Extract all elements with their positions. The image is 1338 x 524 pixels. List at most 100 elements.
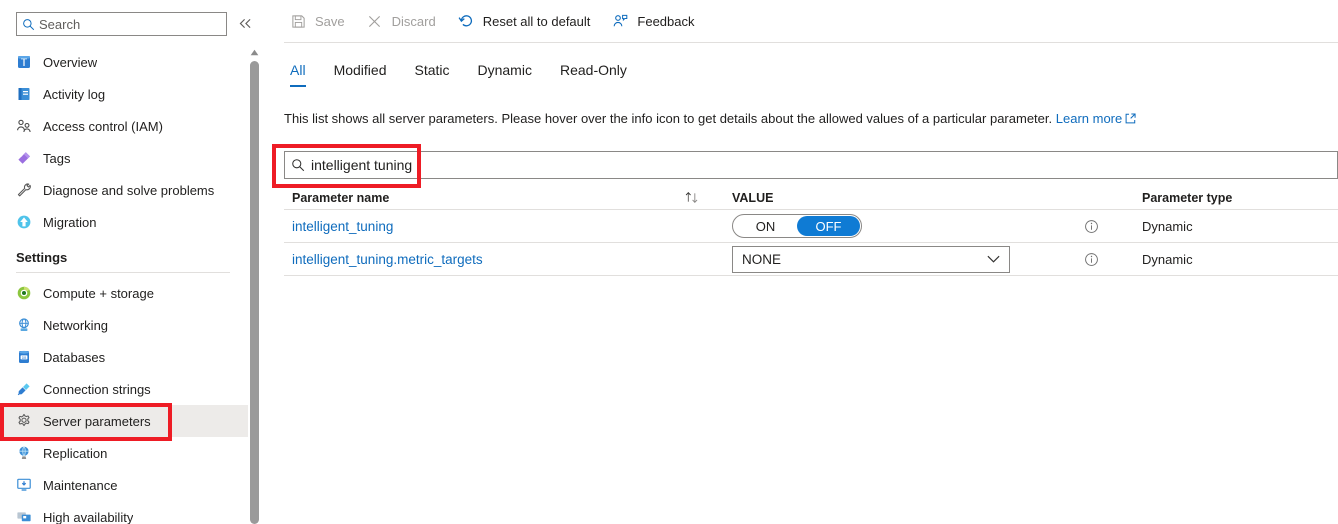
sidebar-search-input[interactable] <box>39 16 214 32</box>
sidebar-item-networking[interactable]: Networking <box>0 309 248 341</box>
chevron-down-icon[interactable] <box>986 254 1001 264</box>
chevron-double-left-icon[interactable] <box>236 14 254 32</box>
sidebar-item-migration[interactable]: Migration <box>0 206 248 238</box>
sidebar-nav: Overview Activity log Access control (IA… <box>0 46 248 524</box>
sidebar-item-label: Networking <box>43 317 109 333</box>
sidebar: Overview Activity log Access control (IA… <box>0 0 251 524</box>
sidebar-item-label: Migration <box>43 214 97 230</box>
sidebar-item-activity-log[interactable]: Activity log <box>0 78 248 110</box>
replication-icon <box>16 445 32 461</box>
parameter-value-cell: ON OFF <box>732 214 1074 238</box>
parameter-link-intelligent-tuning-metric-targets[interactable]: intelligent_tuning.metric_targets <box>292 252 483 267</box>
networking-icon <box>16 317 32 333</box>
sort-arrows-icon[interactable] <box>684 191 732 204</box>
table-header-row: Parameter name VALUE Parameter type <box>284 186 1338 210</box>
save-button[interactable]: Save <box>284 6 355 36</box>
metric-targets-dropdown[interactable]: NONE <box>732 245 1010 273</box>
migration-icon <box>16 214 32 230</box>
toggle-option-on[interactable]: ON <box>734 216 797 236</box>
sidebar-divider <box>16 272 230 273</box>
reset-label: Reset all to default <box>482 13 591 29</box>
sidebar-item-label: Databases <box>43 349 106 365</box>
discard-button[interactable]: Discard <box>361 6 446 36</box>
gear-icon <box>16 413 32 429</box>
sidebar-item-label: Compute + storage <box>43 285 154 301</box>
sidebar-item-label: Server parameters <box>43 413 151 429</box>
discard-label: Discard <box>391 13 436 29</box>
parameters-table: Parameter name VALUE Parameter type inte… <box>284 186 1338 276</box>
parameter-search-input[interactable] <box>311 157 1291 173</box>
parameter-type-cell: Dynamic <box>1142 218 1193 234</box>
tab-dynamic[interactable]: Dynamic <box>464 62 546 87</box>
column-header-parameter-type[interactable]: Parameter type <box>1132 191 1338 205</box>
sidebar-search[interactable] <box>16 12 227 36</box>
feedback-icon <box>610 12 630 30</box>
intelligent-tuning-toggle[interactable]: ON OFF <box>732 214 862 238</box>
sidebar-item-replication[interactable]: Replication <box>0 437 248 469</box>
tab-read-only[interactable]: Read-Only <box>546 62 641 87</box>
sidebar-item-label: High availability <box>43 509 134 524</box>
info-cell <box>1074 252 1132 267</box>
info-cell <box>1074 219 1132 234</box>
column-header-value[interactable]: VALUE <box>732 191 1074 205</box>
parameter-value-cell: NONE <box>732 245 1074 273</box>
save-label: Save <box>315 13 345 29</box>
external-link-icon <box>1125 112 1136 127</box>
sidebar-item-tags[interactable]: Tags <box>0 142 248 174</box>
toggle-option-off[interactable]: OFF <box>797 216 860 236</box>
sidebar-section-settings: Settings <box>16 250 68 265</box>
save-icon <box>288 12 308 30</box>
discard-icon <box>365 12 385 30</box>
tags-icon <box>16 150 32 166</box>
sidebar-item-diagnose[interactable]: Diagnose and solve problems <box>0 174 248 206</box>
command-bar: Save Discard Reset all to default Feedba… <box>260 0 1338 42</box>
parameter-link-intelligent-tuning[interactable]: intelligent_tuning <box>292 219 393 234</box>
connection-strings-icon <box>16 381 32 397</box>
tab-static[interactable]: Static <box>400 62 463 87</box>
tab-modified[interactable]: Modified <box>320 62 401 87</box>
sidebar-item-server-parameters[interactable]: Server parameters <box>0 405 248 437</box>
parameter-type-cell: Dynamic <box>1142 251 1193 267</box>
sidebar-item-label: Access control (IAM) <box>43 118 163 134</box>
scrollbar-thumb[interactable] <box>250 61 259 524</box>
column-header-parameter-name[interactable]: Parameter name <box>284 191 684 205</box>
sidebar-item-label: Overview <box>43 54 98 70</box>
scroll-up-arrow-icon[interactable] <box>249 46 259 58</box>
feedback-button[interactable]: Feedback <box>606 6 704 36</box>
sidebar-item-access-control[interactable]: Access control (IAM) <box>0 110 248 142</box>
activity-log-icon <box>16 86 32 102</box>
dropdown-selected-value: NONE <box>742 251 782 267</box>
sidebar-item-high-availability[interactable]: High availability <box>0 501 248 524</box>
svg-text:DB: DB <box>22 356 27 360</box>
info-icon[interactable] <box>1084 252 1099 267</box>
table-row: intelligent_tuning.metric_targets NONE D… <box>284 243 1338 276</box>
wrench-icon <box>16 182 32 198</box>
sidebar-item-compute-storage[interactable]: Compute + storage <box>0 277 248 309</box>
sidebar-item-databases[interactable]: DB Databases <box>0 341 248 373</box>
sidebar-item-maintenance[interactable]: Maintenance <box>0 469 248 501</box>
overview-icon <box>16 54 32 70</box>
learn-more-link[interactable]: Learn more <box>1056 111 1122 126</box>
tab-all[interactable]: All <box>284 62 320 87</box>
sidebar-item-overview[interactable]: Overview <box>0 46 248 78</box>
parameter-filter-tabs: All Modified Static Dynamic Read-Only <box>284 62 641 98</box>
table-row: intelligent_tuning ON OFF Dynamic <box>284 210 1338 243</box>
search-icon <box>17 18 39 31</box>
high-availability-icon <box>16 509 32 524</box>
feedback-label: Feedback <box>637 13 695 29</box>
parameter-name-cell: intelligent_tuning.metric_targets <box>284 252 684 267</box>
sidebar-item-label: Replication <box>43 445 108 461</box>
parameter-search-box[interactable] <box>284 151 1338 179</box>
reset-all-to-default-button[interactable]: Reset all to default <box>452 6 601 36</box>
sidebar-scrollbar[interactable] <box>249 46 259 524</box>
reset-icon <box>456 12 476 30</box>
compute-storage-icon <box>16 285 32 301</box>
maintenance-icon <box>16 477 32 493</box>
sidebar-item-connection-strings[interactable]: Connection strings <box>0 373 248 405</box>
sidebar-item-label: Connection strings <box>43 381 151 397</box>
info-icon[interactable] <box>1084 219 1099 234</box>
databases-icon: DB <box>16 349 32 365</box>
sidebar-item-label: Maintenance <box>43 477 118 493</box>
page-description: This list shows all server parameters. P… <box>284 111 1136 127</box>
portal-page: Overview Activity log Access control (IA… <box>0 0 1338 524</box>
